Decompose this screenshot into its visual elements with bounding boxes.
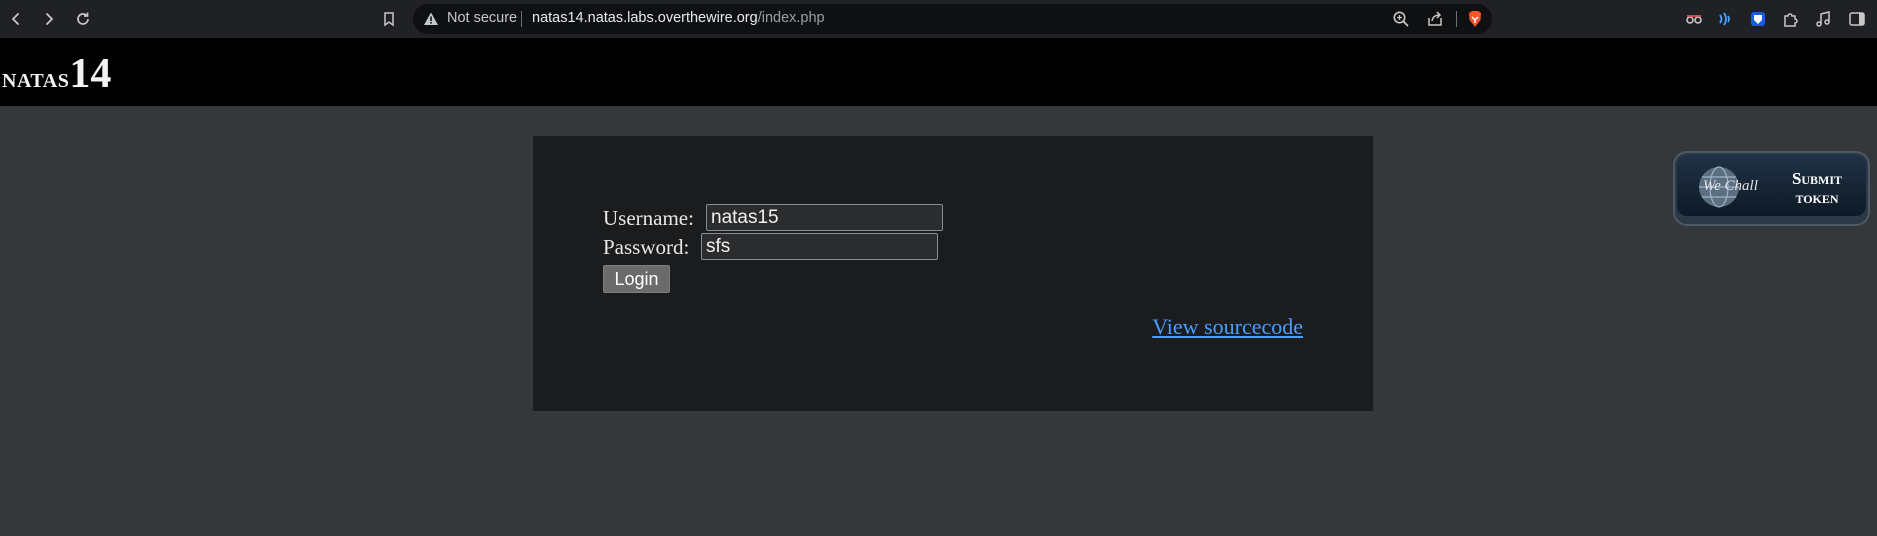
url-text[interactable]: natas14.natas.labs.overthewire.org/index… <box>532 10 825 26</box>
title-word: natas <box>2 63 70 94</box>
bitwarden-icon[interactable] <box>1749 10 1767 28</box>
username-label: Username: <box>603 206 694 230</box>
submit-line: Submit <box>1791 169 1843 188</box>
url-divider <box>1456 11 1457 27</box>
login-button[interactable]: Login <box>603 265 670 293</box>
wechall-submit-token-button[interactable]: We Chall Submit token <box>1673 151 1870 226</box>
bookmark-button[interactable] <box>378 8 400 30</box>
reload-button[interactable] <box>72 8 94 30</box>
title-number: 14 <box>69 51 112 97</box>
forward-icon <box>46 13 54 25</box>
reload-icon <box>77 12 89 25</box>
sidebar-icon[interactable] <box>1848 10 1866 28</box>
password-input[interactable]: sfs <box>701 233 938 260</box>
media-icon[interactable] <box>1814 10 1832 28</box>
back-button[interactable] <box>5 8 27 30</box>
security-status[interactable]: Not secure <box>447 10 517 26</box>
url-host: natas14.natas.labs.overthewire.org <box>532 10 758 26</box>
speech-icon[interactable] <box>1716 10 1734 28</box>
password-label: Password: <box>603 235 690 259</box>
incognito-icon[interactable] <box>1685 10 1703 28</box>
submit-token-text: Submit token <box>1777 169 1857 207</box>
brave-shield-icon[interactable] <box>1466 10 1484 28</box>
extensions-icon[interactable] <box>1781 10 1799 28</box>
forward-button[interactable] <box>38 8 60 30</box>
browser-toolbar: Not secure natas14.natas.labs.overthewir… <box>0 0 1877 38</box>
url-separator <box>521 11 522 27</box>
url-path: /index.php <box>757 10 825 26</box>
zoom-icon[interactable] <box>1392 10 1410 28</box>
wechall-text: We Chall <box>1703 178 1758 194</box>
share-icon[interactable] <box>1426 10 1444 28</box>
site-title: natas14 <box>2 50 111 98</box>
badge-face: We Chall Submit token <box>1677 155 1866 216</box>
site-header: natas14 <box>0 38 1877 106</box>
token-line: token <box>1795 188 1839 207</box>
address-bar[interactable]: Not secure natas14.natas.labs.overthewir… <box>413 4 1492 34</box>
content-panel: Username: natas15 Password: sfs Login Vi… <box>533 136 1373 411</box>
back-icon <box>11 13 19 25</box>
view-sourcecode-link[interactable]: View sourcecode <box>1152 314 1303 340</box>
warning-icon <box>424 12 438 25</box>
bookmark-icon <box>384 12 394 27</box>
username-input[interactable]: natas15 <box>706 204 943 231</box>
